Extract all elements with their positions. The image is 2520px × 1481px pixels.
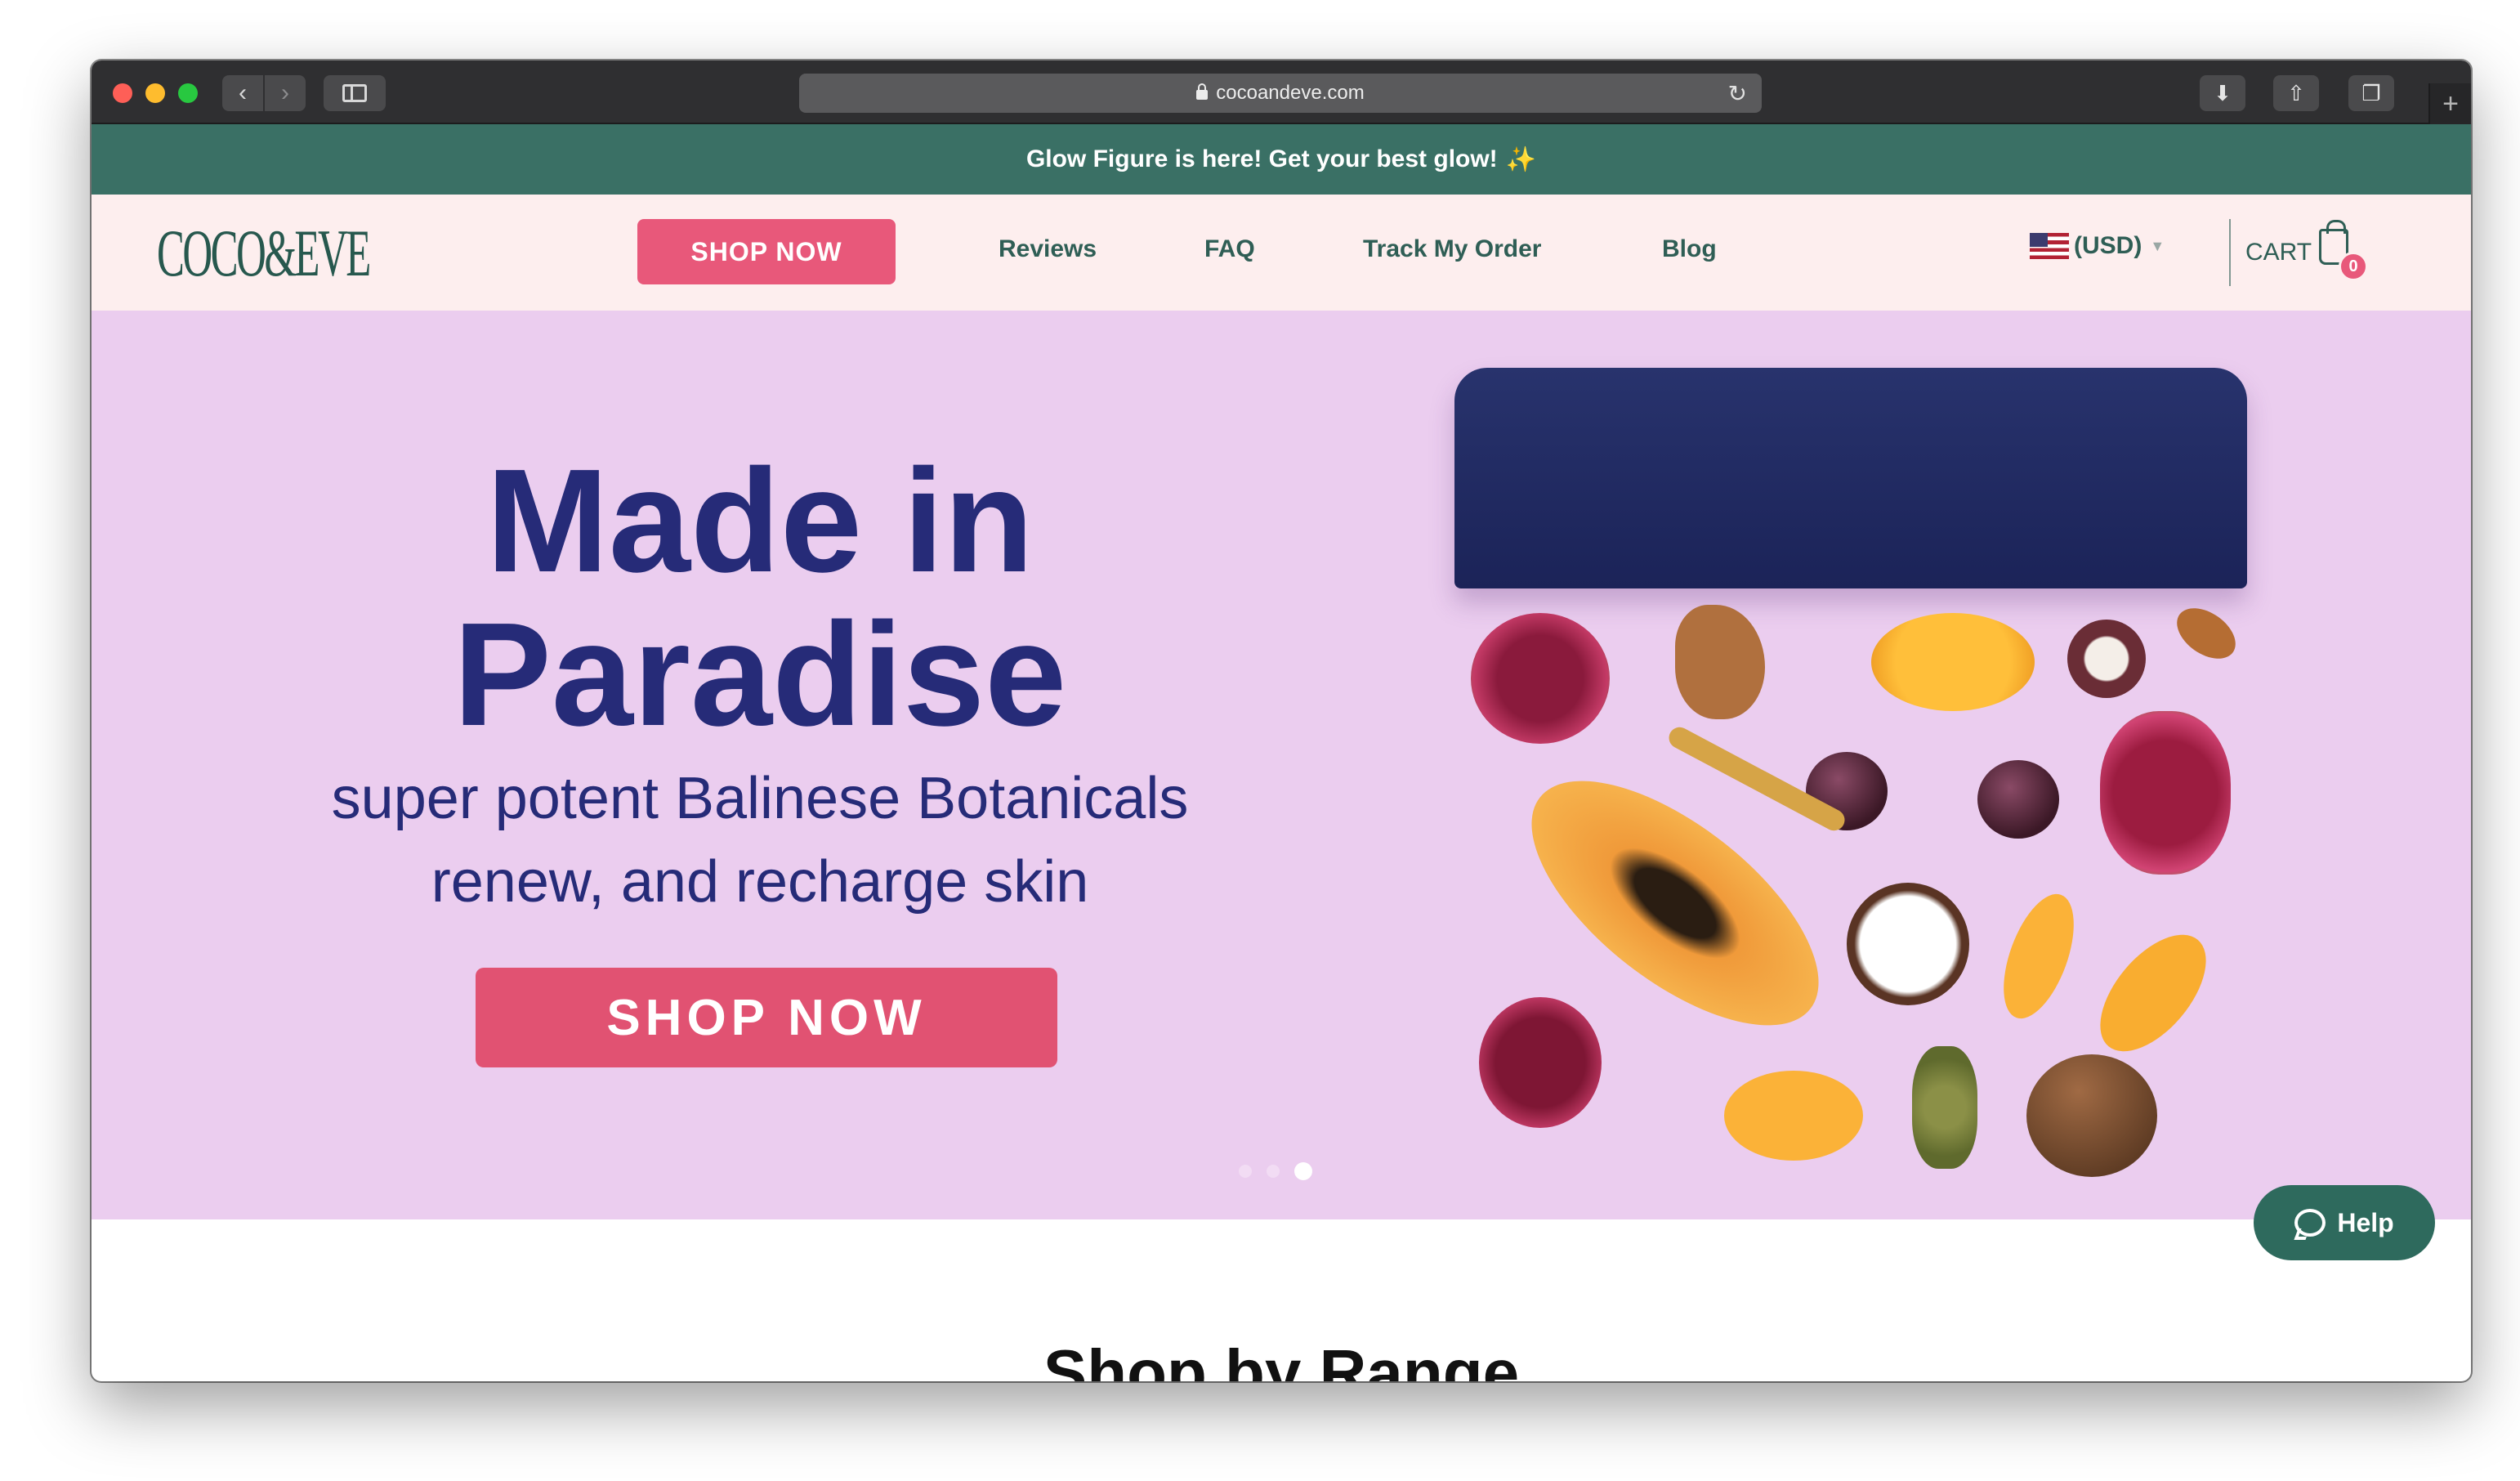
forward-button[interactable]: › — [265, 75, 306, 111]
cart-label[interactable]: CART — [2245, 239, 2312, 266]
chat-bubble-icon — [2294, 1209, 2326, 1237]
announcement-bar[interactable]: Glow Figure is here! Get your best glow!… — [92, 124, 2471, 195]
carousel-dot-3[interactable] — [1294, 1162, 1312, 1180]
dragon-fruit-image — [1471, 613, 1610, 744]
mango-slice-image-2 — [1989, 884, 2089, 1028]
header-divider — [2229, 219, 2231, 286]
mangosteen-image — [2067, 620, 2146, 698]
share-icon: ⇧ — [2287, 80, 2305, 105]
dragon-fruit-image-3 — [1479, 997, 1602, 1128]
brand-logo[interactable]: COCO&EVE — [157, 220, 371, 287]
hero-title-line-2: Paradise — [453, 593, 1067, 757]
chevron-down-icon: ▼ — [2150, 237, 2165, 254]
share-button[interactable]: ⇧ — [2273, 75, 2319, 111]
carousel-dot-1[interactable] — [1239, 1165, 1252, 1178]
nav-blog[interactable]: Blog — [1662, 235, 1717, 263]
sparkles-icon: ✨ — [1505, 145, 1537, 173]
mung-beans-image — [1912, 1046, 1977, 1169]
browser-window: ‹ › cocoandeve.com ↻ ⬇ ⇧ ❐ + Glow Figure… — [92, 60, 2471, 1381]
tabs-icon: ❐ — [2361, 80, 2381, 105]
address-url: cocoandeve.com — [1216, 82, 1365, 104]
hero-subtitle-line-2: renew, and recharge skin — [431, 849, 1089, 915]
currency-selector[interactable]: (USD) ▼ — [2030, 232, 2165, 260]
hero-subtitle-line-1: super potent Balinese Botanicals — [331, 766, 1189, 831]
hero-title: Made in Paradise — [92, 445, 1428, 752]
minimize-window-button[interactable] — [145, 83, 165, 103]
hero-title-line-1: Made in — [485, 439, 1034, 603]
cinnamon-powder-image — [1675, 605, 1765, 719]
help-label: Help — [2337, 1207, 2394, 1237]
download-icon: ⬇ — [2214, 80, 2232, 105]
mango-slice-image — [1871, 613, 2035, 711]
coconut-half-image — [1847, 883, 1969, 1005]
reload-icon[interactable]: ↻ — [1728, 80, 1747, 107]
jar-lid — [1454, 368, 2247, 588]
header-shop-now-button[interactable]: SHOP NOW — [637, 219, 896, 284]
lock-icon — [1196, 83, 1209, 100]
mango-slice-image-3 — [2080, 915, 2227, 1071]
browser-toolbar: ‹ › cocoandeve.com ↻ ⬇ ⇧ ❐ + — [92, 60, 2471, 124]
product-jar-image — [1454, 368, 2255, 1177]
hero-shop-now-button[interactable]: SHOP NOW — [476, 968, 1057, 1067]
address-bar[interactable]: cocoandeve.com ↻ — [799, 74, 1762, 113]
currency-label: (USD) — [2074, 232, 2142, 259]
hero-subtitle: super potent Balinese Botanicals renew, … — [92, 757, 1428, 924]
coconut-image — [2026, 1054, 2157, 1177]
dragon-fruit-image-2 — [2100, 711, 2231, 875]
new-tab-button[interactable]: + — [2428, 83, 2471, 124]
sidebar-toggle-button[interactable] — [324, 75, 386, 111]
tab-overview-button[interactable]: ❐ — [2348, 75, 2394, 111]
carousel-dots — [1239, 1162, 1312, 1180]
site-header: COCO&EVE SHOP NOW Reviews FAQ Track My O… — [92, 195, 2471, 311]
downloads-button[interactable]: ⬇ — [2200, 75, 2245, 111]
close-window-button[interactable] — [113, 83, 132, 103]
carousel-dot-2[interactable] — [1267, 1165, 1280, 1178]
mango-slice-image-4 — [1724, 1071, 1863, 1161]
chevron-left-icon: ‹ — [239, 79, 247, 106]
cocoa-bean-image — [2167, 597, 2245, 669]
hero-banner: Made in Paradise super potent Balinese B… — [92, 311, 2471, 1219]
section-title: Shop by Range — [1043, 1336, 1520, 1381]
announcement-text: Glow Figure is here! Get your best glow! — [1025, 145, 1498, 172]
nav-faq[interactable]: FAQ — [1204, 235, 1255, 263]
chevron-right-icon: › — [281, 79, 289, 106]
help-button[interactable]: Help — [2254, 1185, 2435, 1260]
back-button[interactable]: ‹ — [222, 75, 263, 111]
us-flag-icon — [2030, 233, 2069, 259]
zoom-window-button[interactable] — [178, 83, 198, 103]
cart-count-badge: 0 — [2339, 252, 2368, 281]
plus-icon: + — [2442, 87, 2459, 119]
passion-fruit-image-2 — [1977, 760, 2059, 839]
sidebar-icon — [342, 84, 367, 102]
nav-track-my-order[interactable]: Track My Order — [1363, 235, 1541, 263]
nav-reviews[interactable]: Reviews — [999, 235, 1097, 263]
